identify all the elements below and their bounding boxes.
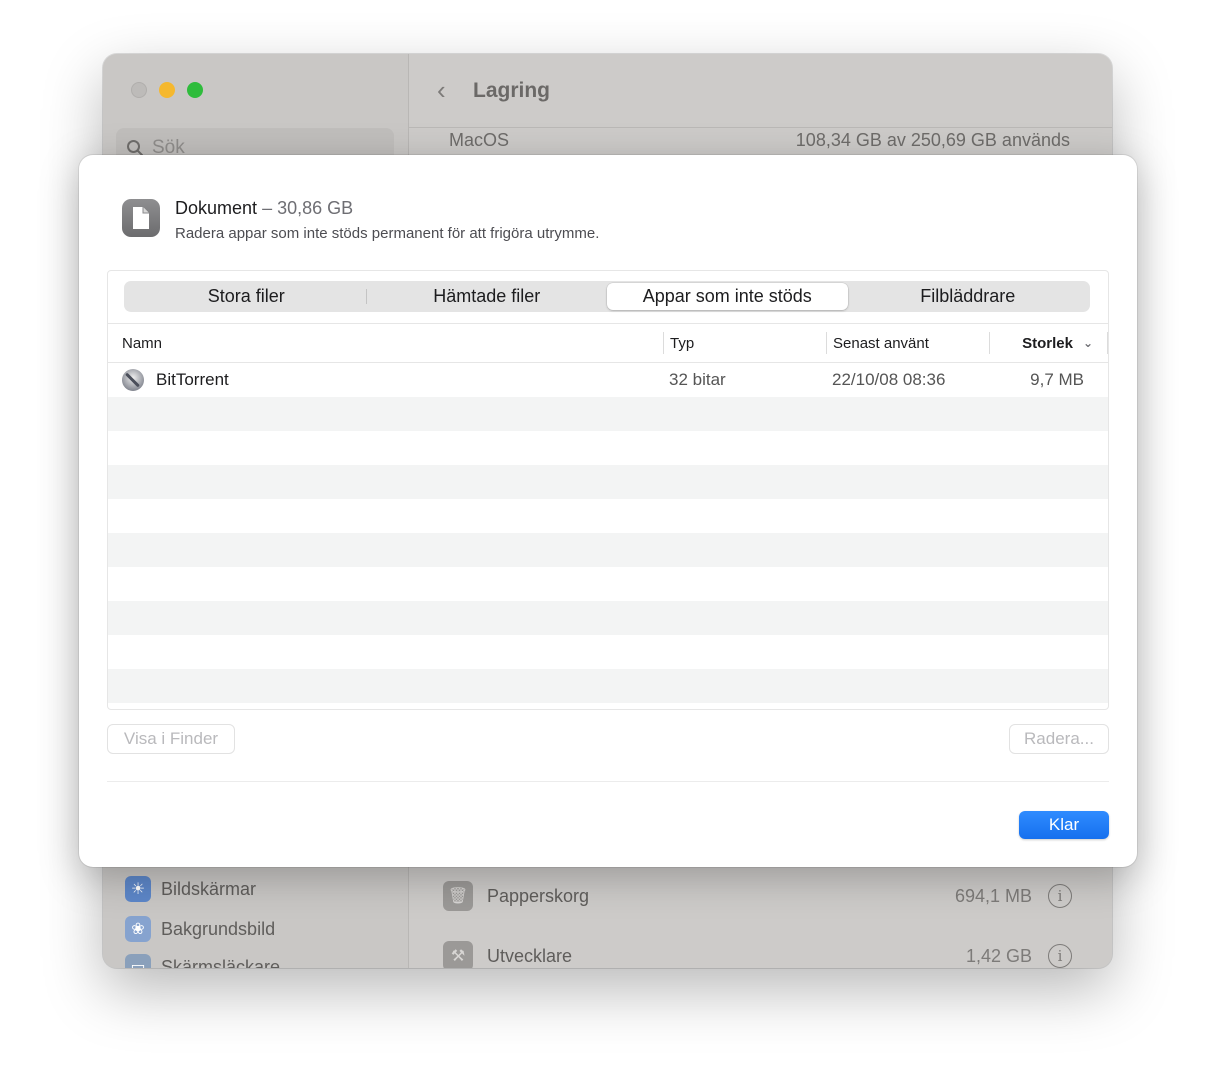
sidebar-item-wallpaper[interactable]: ❀ Bakgrundsbild (125, 916, 275, 942)
tab-label: Stora filer (207, 286, 285, 306)
empty-row (108, 533, 1108, 567)
storage-row-developer: ⚒ Utvecklare 1,42 GB i (439, 936, 1072, 968)
minimize-window-button[interactable] (159, 82, 175, 98)
storage-row-trash: 🗑 Papperskorg 694,1 MB i (439, 876, 1072, 916)
documents-sheet: Dokument – 30,86 GB Radera appar som int… (79, 155, 1137, 867)
wallpaper-icon: ❀ (125, 916, 151, 942)
display-icon: ☀ (125, 876, 151, 902)
files-table: Namn Typ Senast använt Storlek ⌄ BitTorr… (108, 323, 1108, 703)
column-header-type[interactable]: Typ (663, 332, 826, 354)
empty-row (108, 635, 1108, 669)
info-icon[interactable]: i (1048, 884, 1072, 908)
sidebar-item-displays[interactable]: ☀ Bildskärmar (125, 876, 256, 902)
tab-file-browser[interactable]: Filbläddrare (848, 283, 1089, 310)
screensaver-icon: ▭ (125, 954, 151, 968)
tab-label: Hämtade filer (433, 286, 541, 306)
category-size: 30,86 GB (277, 198, 354, 218)
sidebar-item-screensaver[interactable]: ▭ Skärmsläckare (125, 954, 280, 968)
volume-name: MacOS (449, 130, 510, 150)
column-header-name[interactable]: Namn (108, 332, 663, 354)
cell-size: 9,7 MB (1030, 370, 1084, 389)
app-name: BitTorrent (156, 370, 229, 389)
close-window-button[interactable] (131, 82, 147, 98)
sidebar-item-label: Bildskärmar (161, 878, 257, 899)
volume-usage: 108,34 GB av 250,69 GB används (795, 130, 1070, 150)
maximize-window-button[interactable] (187, 82, 203, 98)
column-header-size[interactable]: Storlek ⌄ (989, 332, 1108, 354)
empty-row (108, 397, 1108, 431)
storage-row-size: 694,1 MB (954, 885, 1032, 906)
empty-row (108, 669, 1108, 703)
cell-last-used: 22/10/08 08:36 (832, 370, 946, 389)
empty-row (108, 465, 1108, 499)
trash-icon: 🗑 (443, 881, 473, 911)
title-separator: – (262, 198, 273, 218)
cell-type: 32 bitar (669, 370, 726, 389)
sheet-subtitle: Radera appar som inte stöds permanent fö… (175, 225, 600, 242)
storage-row-name: Papperskorg (487, 885, 590, 906)
sidebar-item-label: Bakgrundsbild (161, 918, 276, 939)
table-row[interactable]: BitTorrent 32 bitar 22/10/08 08:36 9,7 M… (108, 363, 1108, 397)
show-in-finder-button[interactable]: Visa i Finder (107, 724, 235, 754)
category-tabs: Stora filer Hämtade filer Appar som inte… (124, 281, 1090, 312)
column-header-size-label: Storlek (1022, 334, 1073, 352)
tab-label: Appar som inte stöds (642, 286, 812, 306)
sheet-title-text: Dokument (175, 198, 258, 218)
hammer-icon: ⚒ (443, 941, 473, 968)
back-chevron-icon[interactable]: ‹ (437, 75, 453, 106)
storage-row-size: 1,42 GB (965, 945, 1032, 966)
page-title: Lagring (473, 78, 550, 102)
tab-downloaded-files[interactable]: Hämtade filer (367, 283, 608, 310)
column-header-last-used[interactable]: Senast använt (826, 332, 989, 354)
info-icon[interactable]: i (1048, 944, 1072, 968)
empty-row (108, 567, 1108, 601)
empty-row (108, 431, 1108, 465)
storage-row-name: Utvecklare (487, 945, 573, 966)
footer-divider (107, 781, 1109, 782)
macos-storage-summary: MacOS 108,34 GB av 250,69 GB används (449, 130, 1070, 151)
sheet-title: Dokument – 30,86 GB (175, 198, 353, 219)
file-list-panel: Stora filer Hämtade filer Appar som inte… (107, 270, 1109, 710)
tab-unsupported-apps[interactable]: Appar som inte stöds (607, 283, 848, 310)
table-header: Namn Typ Senast använt Storlek ⌄ (108, 323, 1108, 363)
done-button[interactable]: Klar (1019, 811, 1109, 839)
delete-button[interactable]: Radera... (1009, 724, 1109, 754)
tab-label: Filbläddrare (920, 286, 1016, 306)
tab-large-files[interactable]: Stora filer (126, 283, 367, 310)
empty-row (108, 499, 1108, 533)
bittorrent-app-icon (122, 369, 144, 391)
settings-titlebar: ‹ Lagring (409, 54, 1112, 128)
empty-row (108, 601, 1108, 635)
cell-name: BitTorrent (108, 369, 663, 391)
document-icon (122, 199, 160, 237)
sidebar-item-label: Skärmsläckare (161, 956, 281, 969)
chevron-down-icon: ⌄ (1082, 336, 1093, 350)
